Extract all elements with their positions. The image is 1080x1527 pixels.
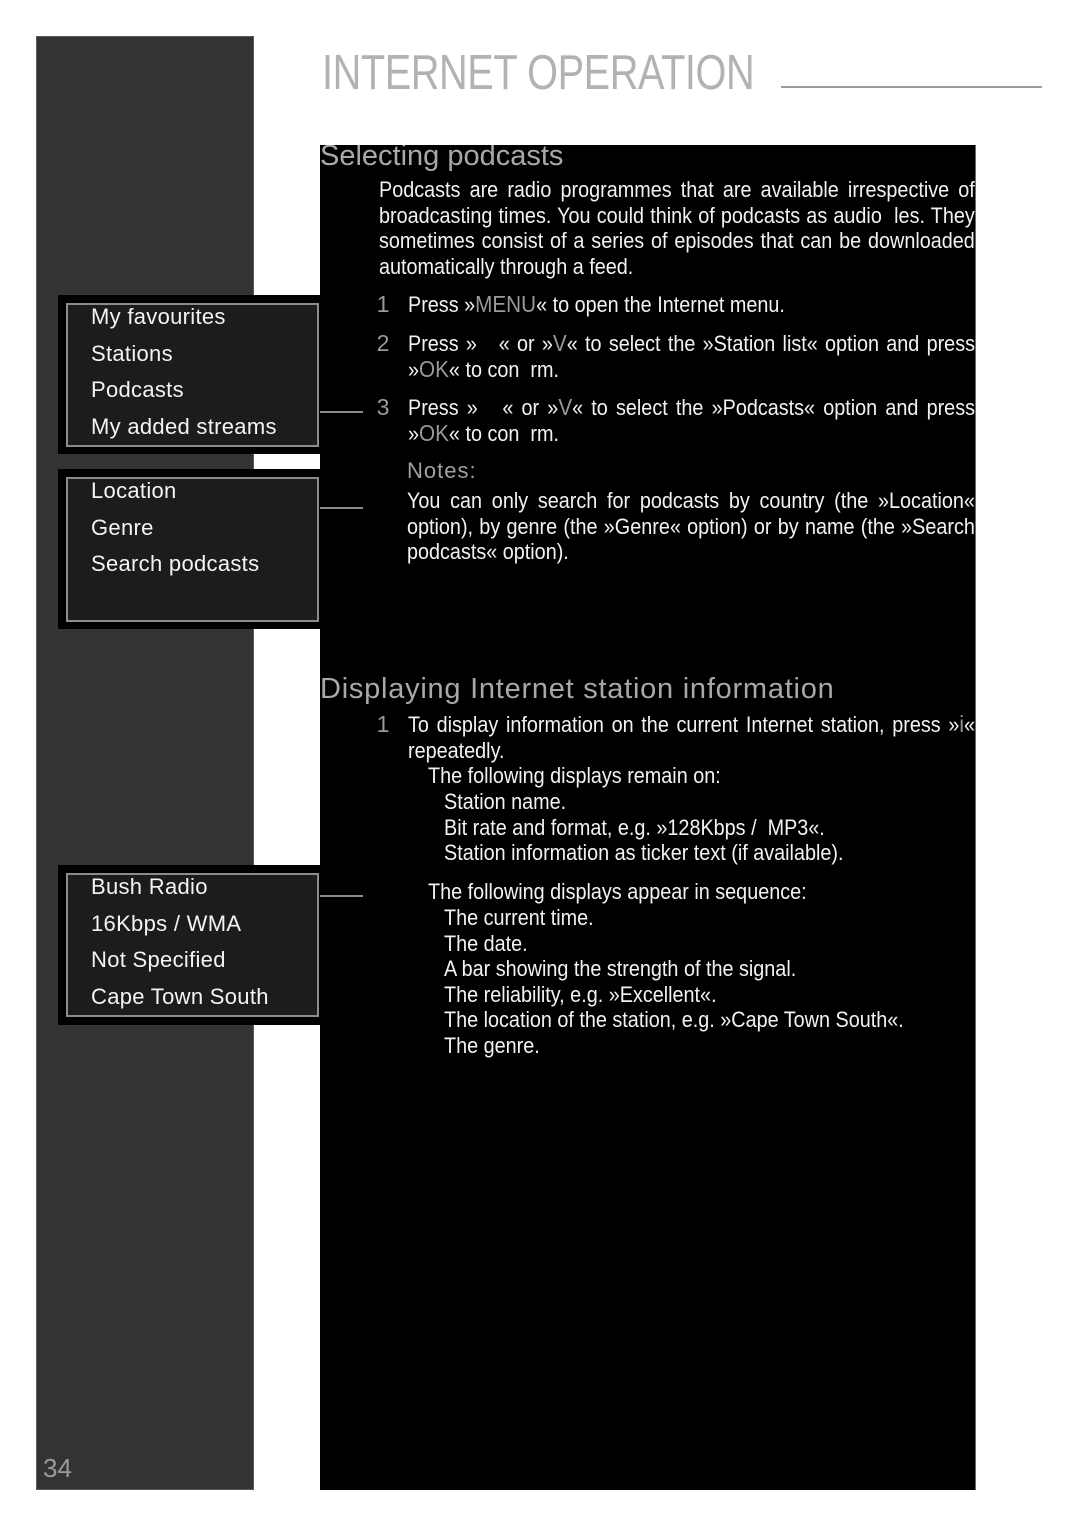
step-line: repeatedly. [408, 738, 975, 764]
station-info-line: 16Kbps / WMA [91, 910, 242, 936]
step-line: »OK« to con rm. [408, 355, 975, 383]
section-heading-displaying-station-info: Displaying Internet station information [320, 673, 835, 705]
screen-menu-item: Location [91, 478, 177, 503]
down-arrow-key-label: V [552, 330, 567, 356]
station-info-line: Bush Radio [91, 874, 208, 899]
step-number: 1 [376, 711, 390, 737]
station-info-line: Not Specified [91, 947, 226, 972]
notes-line: You can only search for podcasts by coun… [407, 488, 975, 513]
step-line: Press »MENU« to open the Internet menu. [408, 291, 975, 318]
step-line: Press » « or »V« to select the »Podcasts… [408, 394, 975, 421]
text-segment: » [408, 356, 420, 382]
callout-connector [320, 411, 363, 413]
list-item: The date. [444, 930, 528, 956]
step-line: To display information on the current In… [408, 711, 975, 738]
ok-key-label: OK [419, 419, 449, 446]
content-panel: Selecting podcasts Podcasts are radio pr… [320, 145, 975, 1490]
notes-text: You can only search for podcasts by coun… [407, 488, 975, 565]
sequence-list: The current time. The date. A bar showin… [444, 905, 904, 1059]
list-item: The current time. [444, 905, 594, 930]
page-title: INTERNET OPERATION [322, 46, 755, 100]
screen-menu-item: Stations [91, 340, 173, 366]
down-arrow-key-label: V [558, 394, 573, 420]
text-segment: « to select the »Podcasts« option and pr… [572, 395, 975, 420]
notes-line: option), by genre (the »Genre« option) o… [407, 513, 975, 539]
step-text: Press » « or »V« to select the »Podcasts… [408, 394, 975, 447]
remain-list: Station name. Bit rate and format, e.g. … [444, 789, 843, 866]
screen-menu-item: Genre [91, 514, 154, 540]
list-item: The reliability, e.g. »Excellent«. [444, 981, 717, 1007]
step-line: Press » « or »V« to select the »Station … [408, 330, 975, 357]
screen-menu-item: Search podcasts [91, 551, 260, 576]
text-segment: Press » « or » [408, 395, 559, 420]
text-segment: » [408, 420, 420, 446]
title-rule [781, 86, 1042, 88]
step-text: Press »MENU« to open the Internet menu. [408, 291, 975, 318]
page-number: 34 [43, 1453, 72, 1483]
paragraph-line: broadcasting times. You could think of p… [379, 202, 975, 228]
step-number: 2 [376, 330, 390, 356]
text-segment: « to select the »Station list« option an… [566, 331, 975, 356]
list-item: Bit rate and format, e.g. »128Kbps / MP3… [444, 814, 825, 840]
text-segment: Press » « or » [408, 331, 553, 356]
callout-connector [320, 895, 363, 897]
step-text: To display information on the current In… [408, 711, 975, 764]
sidebar [36, 36, 254, 1490]
sequence-label: The following displays appear in sequenc… [428, 879, 807, 904]
text-segment: « to open the Internet menu. [536, 292, 785, 317]
step-number: 3 [376, 394, 390, 420]
text-segment: « to con rm. [448, 420, 559, 446]
step-line: »OK« to con rm. [408, 419, 975, 447]
station-info-line: Cape Town South [91, 983, 269, 1009]
section-heading-selecting-podcasts: Selecting podcasts [320, 145, 564, 172]
remain-label: The following displays remain on: [428, 763, 721, 788]
text-segment: Press » [408, 292, 476, 317]
paragraph-line: sometimes consist of a series of episode… [379, 228, 975, 254]
step-text: Press » « or »V« to select the »Station … [408, 330, 975, 383]
ok-key-label: OK [419, 355, 449, 382]
list-item: The genre. [444, 1032, 540, 1058]
list-item: The location of the station, e.g. »Cape … [444, 1007, 904, 1033]
text-segment: repeatedly. [408, 737, 505, 763]
callout-connector [320, 507, 363, 509]
menu-key-label: MENU [475, 291, 537, 317]
podcasts-menu-list: Location Genre Search podcasts [91, 473, 259, 583]
paragraph-line: Podcasts are radio programmes that are a… [379, 177, 975, 202]
internet-menu-list: My favourites Stations Podcasts My added… [91, 299, 277, 445]
step-number: 1 [376, 291, 390, 317]
intro-paragraph: Podcasts are radio programmes that are a… [379, 177, 975, 279]
paragraph-line: automatically through a feed. [379, 253, 634, 279]
list-item: A bar showing the strength of the signal… [444, 956, 797, 982]
notes-line: podcasts« option). [407, 539, 569, 565]
screen-menu-item: My favourites [91, 304, 226, 329]
screen-menu-item: My added streams [91, 413, 277, 439]
list-item: Station name. [444, 789, 567, 814]
notes-label: Notes: [407, 458, 477, 483]
text-segment: To display information on the current In… [408, 712, 960, 737]
screen-menu-item: Podcasts [91, 377, 184, 402]
text-segment: « to con rm. [448, 356, 559, 382]
station-info-list: Bush Radio 16Kbps / WMA Not Specified Ca… [91, 869, 269, 1015]
text-segment: « [963, 712, 975, 737]
list-item: Station information as ticker text (if a… [444, 840, 844, 866]
